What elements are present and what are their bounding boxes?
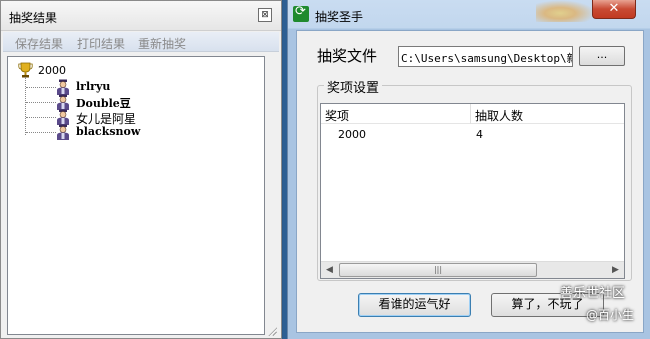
column-header-count[interactable]: 抽取人数: [471, 104, 624, 124]
menu-redraw[interactable]: 重新抽奖: [138, 35, 186, 52]
list-header: 奖项 抽取人数: [321, 104, 624, 124]
tree-item-label: blacksnow: [76, 125, 141, 138]
person-icon: [57, 94, 69, 110]
results-window-title: 抽奖结果: [9, 11, 58, 25]
lottery-titlebar[interactable]: 抽奖圣手 ✕: [288, 0, 650, 30]
watermark-author: @百小生: [586, 308, 635, 322]
file-label: 抽奖文件: [317, 47, 378, 65]
prize-list[interactable]: 奖项 抽取人数 2000 4 ◀ ||| ▶: [320, 103, 625, 279]
app-refresh-icon: [293, 4, 309, 22]
table-row[interactable]: 2000 4: [321, 126, 624, 144]
tree-item-label: lrlryu: [76, 80, 111, 93]
close-icon[interactable]: ⊠: [258, 8, 272, 22]
close-icon[interactable]: ✕: [592, 0, 636, 19]
browse-button[interactable]: ...: [579, 46, 625, 66]
person-icon: [57, 124, 69, 140]
tree-item[interactable]: 女儿是阿星: [26, 109, 246, 126]
tree-item[interactable]: lrlryu: [26, 79, 246, 95]
resize-grip-icon[interactable]: [267, 326, 277, 336]
column-header-prize[interactable]: 奖项: [321, 104, 471, 124]
cell-count: 4: [476, 128, 483, 141]
horizontal-scrollbar[interactable]: ◀ ||| ▶: [321, 261, 624, 278]
person-icon: [57, 109, 69, 125]
tree-item[interactable]: Double豆: [26, 94, 246, 110]
cell-prize: 2000: [338, 128, 366, 141]
start-draw-button[interactable]: 看谁的运气好: [358, 293, 471, 317]
results-menubar: 保存结果 打印结果 重新抽奖: [3, 32, 279, 52]
scroll-right-icon[interactable]: ▶: [607, 262, 624, 278]
person-icon: [57, 79, 69, 95]
results-tree[interactable]: 2000 lrlryu Double豆 女儿是阿星 blacksnow: [7, 56, 265, 335]
menu-save-results[interactable]: 保存结果: [15, 35, 63, 52]
file-path-field[interactable]: C:\Users\samsung\Desktop\新建: [398, 46, 573, 67]
tree-root-label: 2000: [38, 64, 66, 77]
results-titlebar[interactable]: 抽奖结果 ⊠: [1, 1, 281, 31]
group-label: 奖项设置: [324, 77, 383, 96]
results-window: 抽奖结果 ⊠ 保存结果 打印结果 重新抽奖 2000 lrlryu Double…: [0, 0, 282, 339]
scroll-left-icon[interactable]: ◀: [321, 262, 338, 278]
lottery-window-title: 抽奖圣手: [315, 10, 364, 24]
watermark-text: 善乐世社区: [560, 286, 626, 301]
scroll-thumb[interactable]: |||: [339, 263, 537, 277]
tree-item[interactable]: blacksnow: [26, 124, 246, 140]
trophy-icon: [18, 62, 33, 78]
menu-print-results[interactable]: 打印结果: [77, 35, 125, 52]
